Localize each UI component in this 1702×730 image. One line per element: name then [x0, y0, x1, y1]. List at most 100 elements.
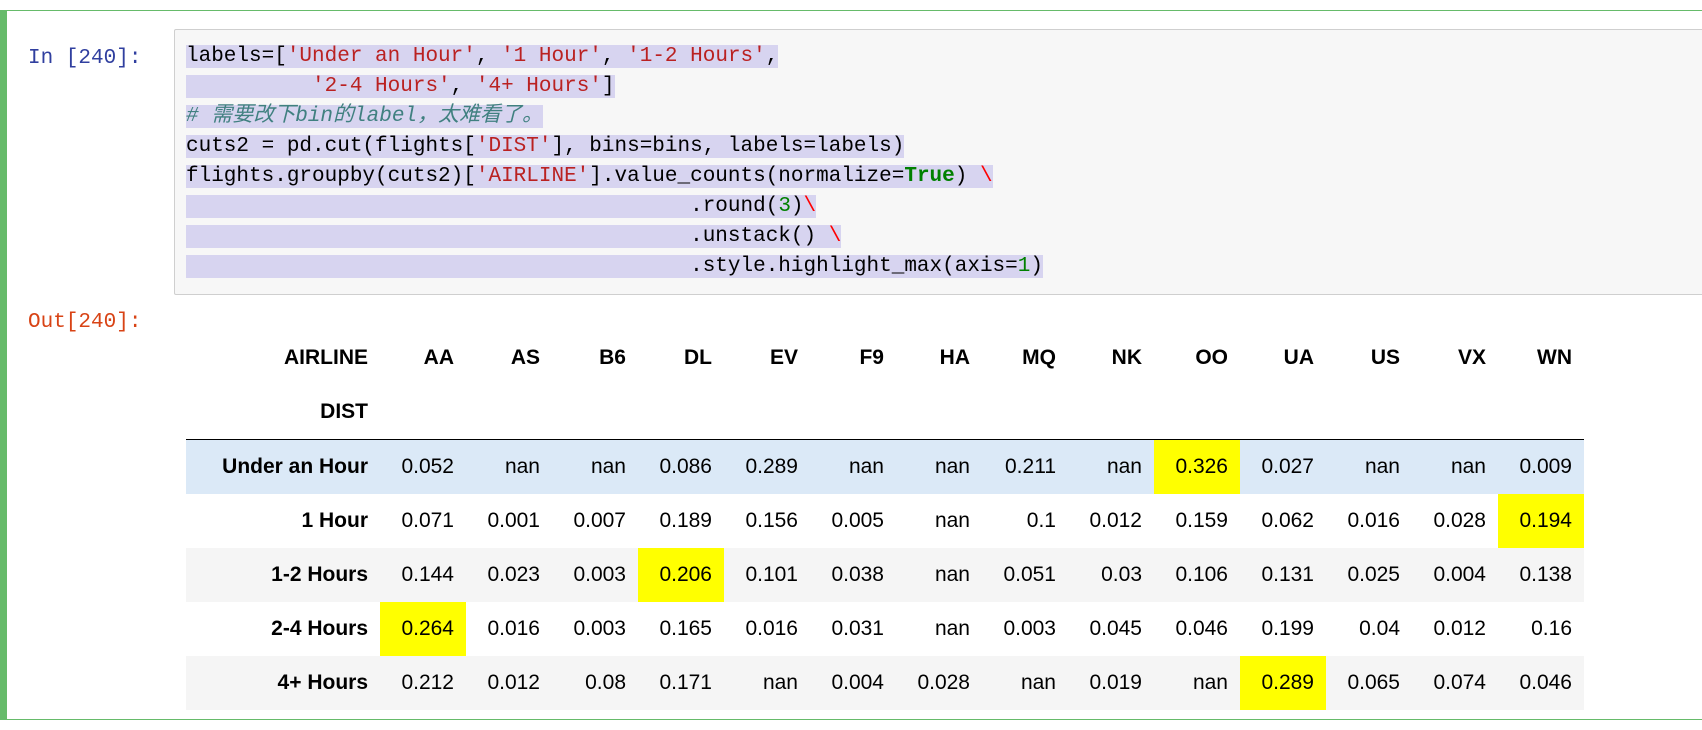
table-cell: 0.04 [1359, 617, 1400, 640]
cell-selection-bar [1, 11, 7, 719]
table-cell: 0.131 [1261, 563, 1314, 586]
table-cell: nan [934, 563, 970, 586]
code-continuation: \ [979, 165, 993, 188]
column-header-spacer [896, 385, 982, 440]
highlighted-max-cell: 0.326 [1154, 439, 1240, 494]
column-header: VX [1457, 346, 1486, 369]
table-row: 1-2 Hours 0.144 0.023 0.003 0.206 0.101 0.038 n… [186, 548, 1584, 602]
table-cell: 0.003 [573, 563, 626, 586]
row-label: 4+ Hours [277, 671, 368, 694]
table-cell: 0.08 [585, 671, 626, 694]
table-cell: 0.012 [1433, 617, 1486, 640]
index-header: AIRLINE [284, 346, 368, 369]
table-cell: 0.1 [1026, 509, 1056, 532]
table-cell: 0.144 [401, 563, 454, 586]
column-header-spacer [1498, 385, 1584, 440]
table-cell: 0.171 [659, 671, 712, 694]
table-cell: 0.003 [1003, 617, 1056, 640]
column-header: US [1370, 346, 1400, 369]
code-string: '1 Hour' [501, 45, 602, 68]
column-header: HA [939, 346, 970, 369]
code-token: .style.highlight_max(axis= [690, 255, 1018, 278]
column-header-spacer [1154, 385, 1240, 440]
row-label: 2-4 Hours [271, 617, 368, 640]
column-header: AS [510, 346, 540, 369]
column-header: UA [1283, 346, 1314, 369]
table-cell: 0.005 [831, 509, 884, 532]
table-cell: 0.001 [487, 509, 540, 532]
table-cell: 0.025 [1347, 563, 1400, 586]
code-comment: # 需要改下bin的label，太难看了。 [186, 105, 544, 128]
table-cell: 0.031 [831, 617, 884, 640]
code-string: 'AIRLINE' [475, 165, 590, 188]
table-cell: 0.065 [1347, 671, 1400, 694]
row-label: 1-2 Hours [271, 563, 368, 586]
code-token: cuts2 = pd.cut(flights[ [186, 135, 476, 158]
column-header-spacer [1326, 385, 1412, 440]
highlighted-max-cell: 0.206 [638, 548, 724, 602]
table-cell: nan [1020, 671, 1056, 694]
table-cell: 0.211 [1005, 455, 1056, 478]
column-header-spacer [982, 385, 1068, 440]
column-header-spacer [552, 385, 638, 440]
table-cell: 0.028 [917, 671, 970, 694]
table-cell: nan [934, 509, 970, 532]
column-header: MQ [1022, 346, 1056, 369]
table-cell: 0.004 [831, 671, 884, 694]
column-header-spacer [638, 385, 724, 440]
table-cell: 0.212 [401, 671, 454, 694]
code-token: ) [790, 195, 804, 218]
table-cell: 0.023 [487, 563, 540, 586]
code-token: ) [1030, 255, 1043, 278]
row-label: 1 Hour [301, 509, 368, 532]
table-cell: 0.106 [1175, 563, 1228, 586]
code-continuation: \ [803, 195, 817, 218]
column-header-spacer [1068, 385, 1154, 440]
column-header-spacer [1240, 385, 1326, 440]
code-token: labels=[ [186, 45, 287, 68]
table-cell: 0.052 [401, 455, 454, 478]
code-text[interactable]: labels=['Under an Hour', '1 Hour', '1-2 … [186, 42, 1043, 282]
table-cell: 0.046 [1175, 617, 1228, 640]
table-cell: 0.03 [1101, 563, 1142, 586]
table-row: Under an Hour 0.052 nan nan 0.086 0.289 nan nan… [186, 439, 1584, 494]
table-cell: 0.016 [745, 617, 798, 640]
table-cell: 0.045 [1089, 617, 1142, 640]
output-table: AIRLINE AA AS B6 DL EV F9 HA MQ NK OO UA US VX WN DIS… [186, 331, 1584, 710]
table-cell: nan [1192, 671, 1228, 694]
code-number: 3 [778, 195, 791, 218]
table-cell: nan [1364, 455, 1400, 478]
table-cell: 0.199 [1261, 617, 1314, 640]
code-token: ], bins=bins, labels=labels) [551, 135, 905, 158]
highlighted-max-cell: 0.289 [1240, 656, 1326, 710]
notebook-cell[interactable]: In [240]: labels=['Under an Hour', '1 Ho… [0, 10, 1702, 720]
column-header: B6 [599, 346, 626, 369]
column-header: NK [1111, 346, 1142, 369]
column-header: DL [684, 346, 712, 369]
output-prompt: Out[240]: [28, 311, 142, 334]
column-header: WN [1537, 346, 1572, 369]
table-cell: 0.16 [1531, 617, 1572, 640]
column-header-spacer [466, 385, 552, 440]
column-header: EV [769, 346, 798, 369]
table-cell: 0.101 [745, 563, 798, 586]
table-cell: 0.028 [1433, 509, 1486, 532]
table-cell: nan [762, 671, 798, 694]
code-continuation: \ [828, 225, 842, 248]
code-token: ) [954, 165, 980, 188]
table-cell: 0.156 [745, 509, 798, 532]
table-cell: 0.074 [1433, 671, 1486, 694]
code-string: '2-4 Hours' [312, 75, 451, 98]
code-token: .round( [690, 195, 779, 218]
code-token: .unstack() [690, 225, 829, 248]
table-cell: 0.062 [1261, 509, 1314, 532]
table-cell: nan [1106, 455, 1142, 478]
table-cell: 0.289 [745, 455, 798, 478]
table-cell: nan [504, 455, 540, 478]
table-cell: 0.189 [659, 509, 712, 532]
table-row: 4+ Hours 0.212 0.012 0.08 0.171 nan 0.004 0.028… [186, 656, 1584, 710]
table-cell: 0.004 [1433, 563, 1486, 586]
table-cell: 0.012 [1089, 509, 1142, 532]
code-token: flights.groupby(cuts2)[ [186, 165, 476, 188]
code-editor[interactable]: labels=['Under an Hour', '1 Hour', '1-2 … [174, 29, 1702, 295]
